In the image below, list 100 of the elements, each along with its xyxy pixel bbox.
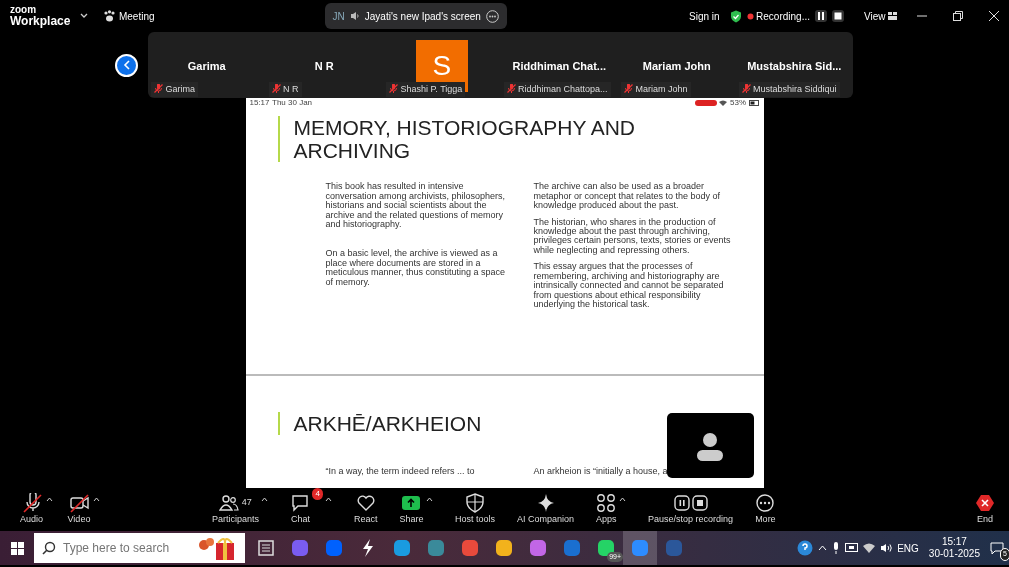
logo-text: Workplace <box>10 15 71 27</box>
caret-icon[interactable] <box>45 496 53 502</box>
battery-level: 53% <box>730 99 746 107</box>
participant-name: Riddhiman Chat... <box>512 59 606 74</box>
participant-name: N R <box>314 59 334 74</box>
toolbar-button[interactable]: Pause/stop recording <box>648 492 734 527</box>
participant-tile[interactable]: Mariam John Mariam John <box>618 32 736 98</box>
notification-badge: 4 <box>312 487 323 500</box>
search-input[interactable]: Type here to search <box>61 538 191 558</box>
battery-icon <box>748 100 760 106</box>
app-icon <box>528 538 548 558</box>
restore-icon[interactable] <box>953 11 963 21</box>
toolbar-button[interactable]: End <box>975 492 995 527</box>
back-button[interactable] <box>115 53 138 77</box>
help-icon[interactable] <box>797 540 814 556</box>
notification-icon[interactable] <box>990 541 1004 555</box>
logo-text: zoom <box>10 5 38 15</box>
toolbar-label: Pause/stop recording <box>648 512 734 526</box>
sign-in-link[interactable]: Sign in <box>689 8 720 24</box>
participant-count: 47 <box>241 496 252 509</box>
status-date: Thu 30 Jan <box>272 99 313 107</box>
caret-icon[interactable] <box>619 496 627 502</box>
recording-pill-icon <box>695 100 717 106</box>
toolbar-icon <box>596 492 617 513</box>
participant-name: Garima <box>187 59 226 74</box>
toolbar-button[interactable]: 47 Participants <box>211 492 259 527</box>
grid-icon <box>888 12 897 20</box>
slide-paragraph: The historian, who shares in the production of knowledge about the past through archiving, privileges certain persons, texts, stories or events while neglecting and repressing others. <box>533 217 732 256</box>
toolbar-label: Participants <box>211 512 259 526</box>
share-label: Jayati's new Ipad's screen <box>364 9 481 24</box>
app-icon <box>426 538 446 558</box>
participant-label: Mustabshira Siddiqui <box>753 82 837 96</box>
toolbar-label: Audio <box>20 512 44 526</box>
chevron-left-icon <box>123 60 130 70</box>
toolbar-button[interactable]: Host tools <box>454 492 495 527</box>
app-icon <box>392 538 412 558</box>
participant-tile[interactable]: Garima Garima <box>148 32 266 98</box>
initials-text: JN <box>332 9 345 24</box>
participant-tile[interactable]: N R N R <box>265 32 383 98</box>
speaker-icon <box>349 11 360 21</box>
toolbar-label: Chat <box>290 512 310 526</box>
pause-button[interactable] <box>815 10 827 22</box>
chevron-down-icon[interactable] <box>80 13 89 19</box>
app-icon <box>460 538 480 558</box>
toolbar-icon <box>290 492 311 513</box>
toolbar-button[interactable]: Share <box>399 492 424 527</box>
view-button[interactable]: View <box>864 8 897 24</box>
speaker-icon[interactable] <box>880 543 893 553</box>
toolbar-button[interactable]: Apps <box>596 492 617 527</box>
participant-tile[interactable]: Mustabshira Sid... Mustabshira Siddiqui <box>735 32 853 98</box>
toolbar-button[interactable]: AI Companion <box>517 492 575 527</box>
slide-paragraph: On a basic level, the archive is viewed as a place where documents are stored in a meticulous manner, thus constituting a space of memory. <box>325 249 507 288</box>
wifi-icon[interactable] <box>863 543 876 553</box>
chevron-up-icon[interactable] <box>818 545 828 551</box>
close-icon[interactable] <box>989 11 999 21</box>
toolbar-label: Host tools <box>454 512 495 526</box>
app-icon <box>664 538 684 558</box>
toolbar-label: More <box>755 512 776 526</box>
toolbar-button[interactable]: React <box>353 492 378 527</box>
recording-status: Recording... <box>756 9 810 24</box>
clock[interactable]: 15:17 30-01-2025 <box>928 535 980 561</box>
caret-icon[interactable] <box>261 496 269 502</box>
participant-label: Riddhiman Chattopa... <box>518 82 608 96</box>
app-icon <box>630 538 650 558</box>
toolbar-button[interactable]: More <box>755 492 776 527</box>
language-indicator[interactable]: ENG <box>897 540 919 556</box>
participant-label: N R <box>283 82 299 96</box>
participant-tile[interactable]: S Shashi P. Tigga <box>383 32 501 98</box>
toolbar-label: End <box>977 512 993 526</box>
wifi-icon <box>719 100 728 106</box>
stop-icon <box>834 12 842 20</box>
slide-paragraph: “In a way, the term indeed refers ... to <box>325 467 476 477</box>
app-icon <box>290 538 310 558</box>
caret-icon[interactable] <box>324 496 332 502</box>
slide-paragraph: The archive can also be used as a broader metaphor or concept that relates to the body of knowledge produced about the past. <box>533 182 722 211</box>
toolbar-button[interactable]: Chat <box>290 492 311 527</box>
screen-share-pill[interactable]: JN Jayati's new Ipad's screen <box>324 3 507 29</box>
participant-tile[interactable]: Riddhiman Chat... Riddhiman Chattopa... <box>500 32 618 98</box>
app-icon <box>324 538 344 558</box>
participant-label: Garima <box>165 82 195 96</box>
caret-icon[interactable] <box>92 496 100 502</box>
participant-name: Mustabshira Sid... <box>747 59 842 74</box>
toolbar-button[interactable]: Audio <box>20 492 44 527</box>
stop-button[interactable] <box>832 10 844 22</box>
more-icon[interactable] <box>485 9 499 23</box>
search-bar[interactable]: Type here to search <box>34 533 245 563</box>
slide-paragraph: This essay argues that the processes of remembering, archiving and historiography are intrinsically connected and cannot be separated from questions about ethical responsibility underlying the historical task. <box>533 262 725 310</box>
meeting-button[interactable]: Meeting <box>103 8 155 24</box>
toolbar-label: React <box>353 512 378 526</box>
microphone-icon[interactable] <box>832 542 841 554</box>
app-icon <box>494 538 514 558</box>
toolbar-label: Apps <box>596 512 617 526</box>
paw-icon <box>103 10 117 22</box>
caret-icon[interactable] <box>425 496 433 502</box>
participant-label: Mariam John <box>635 82 688 96</box>
app-icon <box>256 538 276 558</box>
toolbar-icon <box>673 492 708 513</box>
toolbar-button[interactable]: Video <box>67 492 91 527</box>
windows-logo-icon <box>10 541 24 555</box>
toolbar-icon <box>755 492 776 513</box>
